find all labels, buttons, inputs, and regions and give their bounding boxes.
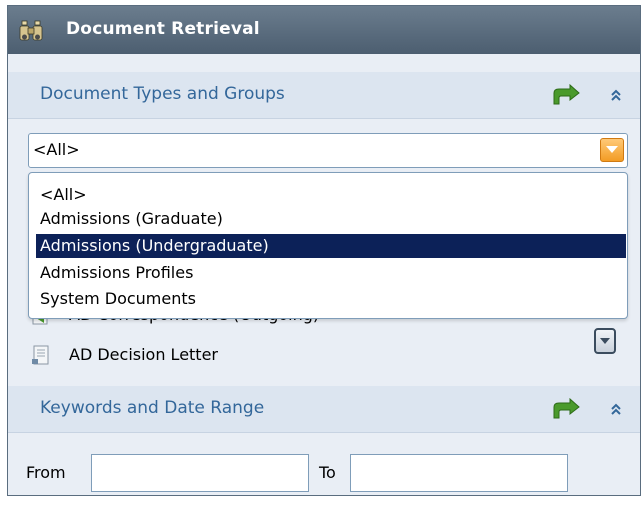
combobox-value: <All> [33, 140, 80, 159]
document-types-section-label: Document Types and Groups [40, 84, 285, 104]
dropdown-option[interactable]: Admissions Profiles [36, 261, 626, 285]
return-arrow-icon[interactable] [551, 83, 581, 106]
return-arrow-icon[interactable] [551, 397, 581, 420]
title-bar: Document Retrieval [8, 6, 640, 54]
document-label: AD Decision Letter [69, 345, 218, 364]
app-frame: Document Retrieval Document Types and Gr… [0, 0, 642, 517]
document-retrieval-panel: Document Retrieval Document Types and Gr… [7, 5, 641, 496]
date-range-row: From To [8, 433, 640, 495]
scroll-down-button[interactable] [594, 328, 616, 354]
document-type-combobox[interactable]: <All> [28, 133, 628, 168]
keywords-section-header[interactable]: Keywords and Date Range [8, 386, 640, 433]
dropdown-option-selected[interactable]: Admissions (Undergraduate) [36, 234, 626, 258]
scroll-down-icon [600, 338, 610, 344]
list-item[interactable]: AD Decision Letter [28, 342, 568, 368]
dropdown-option[interactable]: <All> [36, 183, 626, 207]
window-title: Document Retrieval [66, 19, 260, 39]
from-label: From [26, 463, 66, 482]
double-chevron-up-icon[interactable] [609, 87, 623, 101]
to-date-input[interactable] [350, 454, 568, 492]
dropdown-option[interactable]: System Documents [36, 287, 626, 311]
document-icon [30, 344, 52, 366]
double-chevron-up-icon[interactable] [609, 401, 623, 415]
dropdown-option[interactable]: Admissions (Graduate) [36, 207, 626, 231]
from-date-input[interactable] [91, 454, 309, 492]
keywords-section-label: Keywords and Date Range [40, 398, 265, 418]
binoculars-icon [19, 19, 43, 43]
document-types-section-header[interactable]: Document Types and Groups [8, 72, 640, 119]
dropdown-arrow-icon[interactable] [600, 138, 624, 162]
document-type-dropdown-list[interactable]: <All> Admissions (Graduate) Admissions (… [28, 172, 628, 319]
to-label: To [319, 463, 336, 482]
